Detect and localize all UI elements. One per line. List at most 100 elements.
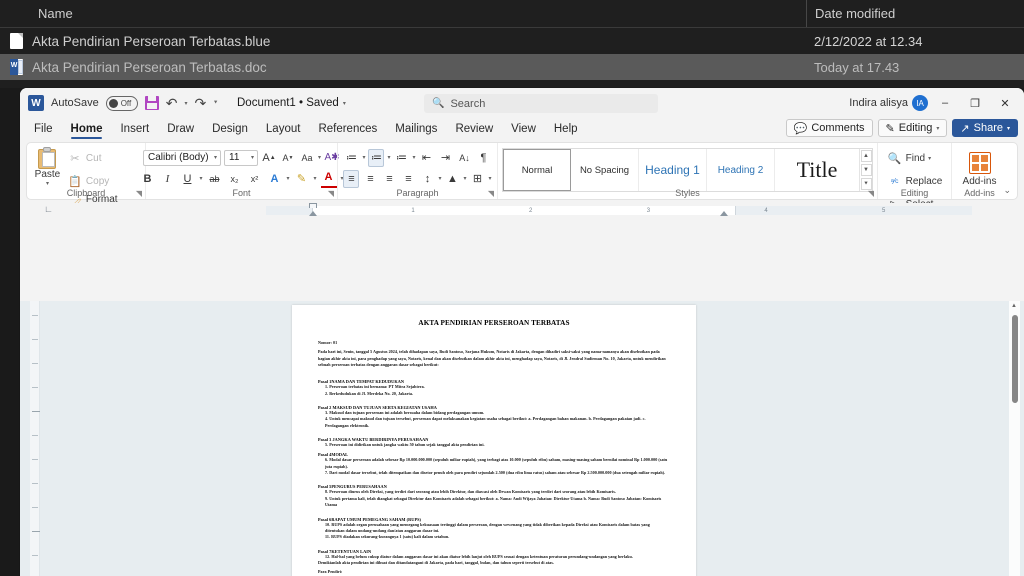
bold-icon[interactable]: B [139,170,155,188]
chevron-down-icon[interactable]: ▾ [489,175,492,182]
strikethrough-icon[interactable]: ab [206,170,222,188]
style-heading-1[interactable]: Heading 1 [639,149,707,191]
tab-draw[interactable]: Draw [159,121,202,137]
decrease-indent-icon[interactable]: ⇤ [419,149,435,167]
italic-icon[interactable]: I [159,170,175,188]
collapse-ribbon-icon[interactable]: ⌄ [1003,185,1011,196]
change-case-icon[interactable]: Aa [299,149,315,167]
superscript-icon[interactable]: x² [246,170,262,188]
share-button[interactable]: ↗ Share ▾ [952,119,1018,137]
customize-quick-access-icon[interactable]: ⯆ [213,100,218,107]
pencil-icon: ✎ [885,122,895,135]
restore-button[interactable]: ❐ [962,91,988,115]
show-formatting-marks-icon[interactable]: ¶ [476,149,492,167]
increase-indent-icon[interactable]: ⇥ [438,149,454,167]
tab-review[interactable]: Review [447,121,501,137]
document-page[interactable]: AKTA PENDIRIAN PERSEROAN TERBATAS Nomor:… [292,305,696,576]
highlight-color-icon[interactable]: ✎ [294,170,310,188]
editing-mode-button[interactable]: ✎ Editing ▾ [877,119,948,137]
shrink-font-icon[interactable]: A ▼ [280,149,296,167]
chevron-down-icon[interactable]: ▾ [463,175,466,182]
document-paragraph: Demikianlah akta pendirian ini dibuat da… [318,559,554,565]
chevron-down-icon[interactable]: ▾ [362,154,365,161]
clipboard-dialog-launcher[interactable]: ◥ [136,189,142,198]
shading-icon[interactable]: ▲ [444,170,460,188]
style-heading-2[interactable]: Heading 2 [707,149,775,191]
document-title[interactable]: Document1 • Saved ▾ [237,97,346,109]
scrollbar-thumb[interactable] [1011,315,1018,403]
style-no-spacing[interactable]: No Spacing [571,149,639,191]
vertical-scrollbar[interactable]: ▲ [1009,301,1020,576]
avatar[interactable]: IA [912,95,928,111]
column-header-name[interactable]: Name [0,6,806,21]
horizontal-ruler[interactable]: ∟ 1 2 3 4 5 [20,203,1024,217]
chevron-down-icon[interactable]: ▾ [438,175,441,182]
right-indent-marker[interactable] [720,211,728,216]
styles-scroll-up-icon[interactable]: ▲ [860,150,872,162]
style-normal[interactable]: Normal [503,149,571,191]
copy-label: Copy [85,176,110,187]
undo-dropdown-icon[interactable]: ▾ [184,100,187,107]
column-header-date-modified[interactable]: Date modified [806,0,1024,27]
chevron-down-icon[interactable]: ▾ [46,180,49,187]
tab-file[interactable]: File [26,121,61,137]
multilevel-list-icon[interactable]: ≔ [394,149,410,167]
close-button[interactable]: ✕ [992,91,1018,115]
first-line-indent-marker[interactable] [309,203,317,208]
grow-font-icon[interactable]: A ▲ [261,149,277,167]
styles-dialog-launcher[interactable]: ◥ [868,189,874,198]
chevron-down-icon[interactable]: ▾ [928,155,931,162]
chevron-down-icon[interactable]: ▾ [413,154,416,161]
chevron-down-icon[interactable]: ▾ [199,175,202,182]
tab-view[interactable]: View [503,121,544,137]
text-effects-icon[interactable]: A [266,170,282,188]
autosave-toggle[interactable]: Off [105,95,138,111]
font-color-icon[interactable]: A [320,170,337,188]
comments-button[interactable]: 💬 Comments [785,119,873,137]
tab-stop-selector-icon[interactable]: ∟ [44,204,53,214]
tab-home[interactable]: Home [63,121,111,139]
undo-icon[interactable]: ↶ [166,95,178,112]
tab-design[interactable]: Design [204,121,256,137]
borders-icon[interactable]: ⊞ [470,170,486,188]
sort-icon[interactable]: A↓ [457,149,473,167]
chevron-down-icon[interactable]: ▾ [314,175,317,182]
styles-scroll-down-icon[interactable]: ▼ [860,164,872,176]
style-title[interactable]: Title [775,149,859,191]
subscript-icon[interactable]: x₂ [226,170,242,188]
minimize-button[interactable]: – [932,91,958,115]
font-size-select[interactable]: 11 ▾ [224,149,258,166]
align-center-icon[interactable]: ≡ [362,170,378,188]
chevron-down-icon[interactable]: ▾ [343,100,346,107]
underline-icon[interactable]: U [179,170,195,188]
chevron-down-icon[interactable]: ▾ [318,154,321,161]
search-input[interactable]: 🔍 Search [424,94,658,113]
paragraph-dialog-launcher[interactable]: ◥ [488,189,494,198]
align-right-icon[interactable]: ≡ [381,170,397,188]
chevron-down-icon[interactable]: ▾ [387,154,390,161]
numbering-icon[interactable]: ≔ [368,148,385,167]
scroll-up-icon[interactable]: ▲ [1011,303,1017,309]
bullets-icon[interactable]: ≔ [343,149,359,167]
tab-help[interactable]: Help [546,121,586,137]
line-spacing-icon[interactable]: ↕ [419,170,435,188]
align-left-icon[interactable]: ≡ [343,169,360,188]
chevron-down-icon[interactable]: ▾ [286,175,289,182]
file-name-cell: Akta Pendirian Perseroan Terbatas.blue [0,33,806,49]
tab-references[interactable]: References [310,121,385,137]
find-button[interactable]: 🔍 Find ▾ [887,148,943,169]
redo-icon[interactable]: ↷ [194,95,206,112]
save-icon[interactable] [144,96,159,110]
cut-button[interactable]: ✂ Cut [67,148,140,169]
file-row-doc[interactable]: W Akta Pendirian Perseroan Terbatas.doc … [0,54,1024,80]
tab-layout[interactable]: Layout [258,121,309,137]
file-row-blue[interactable]: Akta Pendirian Perseroan Terbatas.blue 2… [0,28,1024,54]
justify-icon[interactable]: ≡ [400,170,416,188]
hanging-indent-marker[interactable] [309,211,317,216]
font-dialog-launcher[interactable]: ◥ [328,189,334,198]
tab-insert[interactable]: Insert [112,121,157,137]
addins-button[interactable]: Add-ins [963,152,996,187]
vertical-ruler[interactable] [30,301,40,576]
font-name-select[interactable]: Calibri (Body) ▾ [143,149,221,166]
tab-mailings[interactable]: Mailings [387,121,445,137]
